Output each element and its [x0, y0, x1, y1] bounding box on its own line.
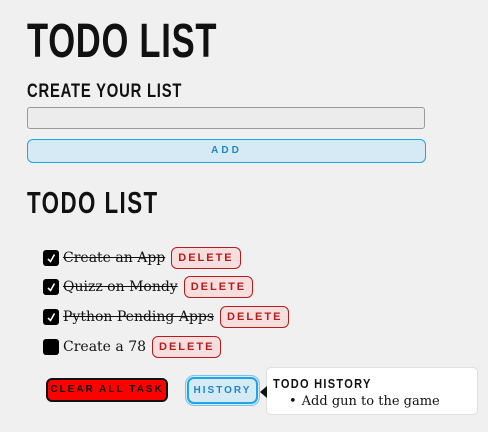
todo-input[interactable]	[27, 107, 425, 129]
add-button[interactable]: ADD	[27, 139, 426, 163]
todo-list-heading: TODO LIST	[27, 185, 159, 220]
history-popover: TODO HISTORY Add gun to the game	[260, 367, 478, 415]
todo-item: Quizz on Mondy DELETE	[43, 275, 254, 299]
arrow-left-icon	[260, 386, 267, 398]
checkmark-icon	[47, 283, 56, 292]
checkmark-icon	[47, 254, 56, 263]
history-item: Add gun to the game	[289, 394, 477, 410]
todo-item-text: Create a 78	[63, 339, 147, 355]
delete-button[interactable]: DELETE	[183, 276, 254, 298]
clear-all-button[interactable]: CLEAR ALL TASK	[46, 378, 168, 402]
todo-item-text: Python Pending Apps	[63, 309, 215, 325]
checkbox-checked[interactable]	[43, 309, 59, 325]
create-list-label: CREATE YOUR LIST	[27, 81, 183, 102]
checkbox-unchecked[interactable]	[43, 339, 59, 355]
delete-button[interactable]: DELETE	[220, 306, 290, 328]
page-title: TODO LIST	[27, 15, 218, 68]
todo-item-text: Create an App	[63, 250, 166, 266]
checkmark-icon	[47, 313, 56, 322]
checkbox-checked[interactable]	[43, 279, 59, 295]
todo-item: Create a 78 DELETE	[43, 335, 222, 359]
todo-item: Python Pending Apps DELETE	[43, 305, 290, 329]
history-title: TODO HISTORY	[273, 376, 372, 391]
history-list: Add gun to the game	[273, 394, 477, 410]
todo-item-text: Quizz on Mondy	[63, 279, 178, 295]
checkbox-checked[interactable]	[43, 250, 59, 266]
history-button[interactable]: HISTORY	[187, 377, 258, 404]
delete-button[interactable]: DELETE	[171, 247, 241, 269]
delete-button[interactable]: DELETE	[152, 336, 222, 358]
todo-item: Create an App DELETE	[43, 246, 241, 270]
